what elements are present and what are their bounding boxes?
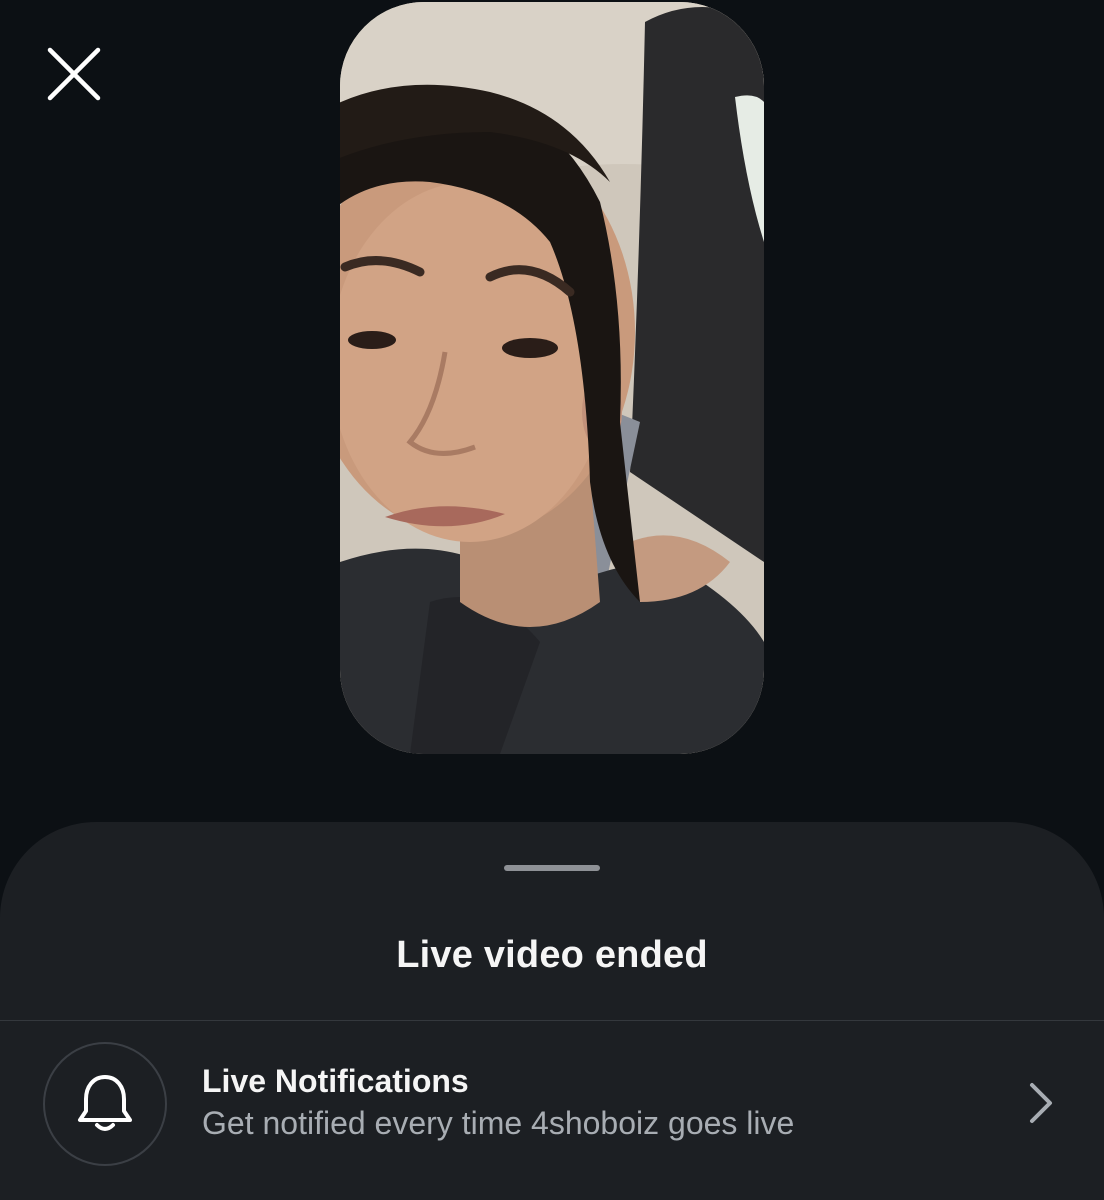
bottom-sheet: Live video ended Live Notifications Get …: [0, 822, 1104, 1200]
close-button[interactable]: [40, 40, 108, 108]
live-ended-screen: Live video ended Live Notifications Get …: [0, 0, 1104, 1200]
sheet-grabber[interactable]: [504, 865, 600, 871]
live-notifications-row[interactable]: Live Notifications Get notified every ti…: [0, 1021, 1104, 1191]
live-notifications-title: Live Notifications: [202, 1063, 469, 1099]
live-notifications-subtitle: Get notified every time 4shoboiz goes li…: [202, 1105, 795, 1141]
close-icon: [47, 47, 101, 101]
live-video-thumbnail: [340, 2, 764, 754]
bell-icon: [78, 1075, 132, 1131]
bell-icon-container: [43, 1042, 167, 1166]
sheet-title: Live video ended: [396, 934, 708, 976]
chevron-right-icon: [1030, 1083, 1052, 1123]
